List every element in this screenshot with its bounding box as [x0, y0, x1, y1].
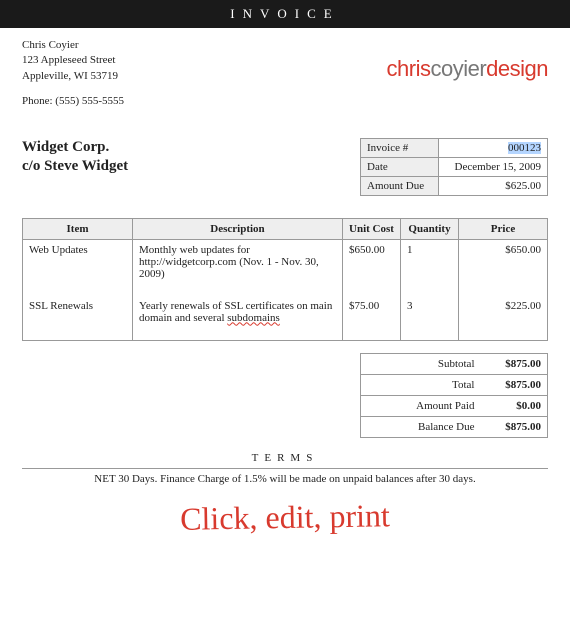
- item-name: SSL Renewals: [23, 296, 133, 341]
- balance-label: Balance Due: [361, 416, 481, 437]
- item-cost: $650.00: [343, 239, 401, 296]
- item-cost: $75.00: [343, 296, 401, 341]
- meta-date-value[interactable]: December 15, 2009: [439, 157, 548, 176]
- sender-name: Chris Coyier: [22, 38, 124, 53]
- paid-value[interactable]: $0.00: [481, 395, 548, 416]
- item-price: $650.00: [459, 239, 548, 296]
- table-row[interactable]: SSL Renewals Yearly renewals of SSL cert…: [23, 296, 548, 341]
- table-row[interactable]: Web Updates Monthly web updates for http…: [23, 239, 548, 296]
- content: Chris Coyier 123 Appleseed Street Applev…: [0, 28, 570, 536]
- item-desc: Monthly web updates for http://widgetcor…: [133, 239, 343, 296]
- col-price: Price: [459, 218, 548, 239]
- terms-text[interactable]: NET 30 Days. Finance Charge of 1.5% will…: [22, 473, 548, 485]
- sender-phone: Phone: (555) 555-5555: [22, 94, 124, 109]
- item-price: $225.00: [459, 296, 548, 341]
- meta-date-label: Date: [361, 157, 439, 176]
- client-line1: Widget Corp.: [22, 138, 128, 158]
- sender-city: Appleville, WI 53719: [22, 69, 124, 84]
- meta-table: Invoice # 000123 Date December 15, 2009 …: [360, 138, 548, 196]
- item-name: Web Updates: [23, 239, 133, 296]
- item-desc: Yearly renewals of SSL certificates on m…: [133, 296, 343, 341]
- header-title: INVOICE: [230, 6, 339, 21]
- total-value: $875.00: [481, 374, 548, 395]
- paid-label: Amount Paid: [361, 395, 481, 416]
- client-block[interactable]: Widget Corp. c/o Steve Widget: [22, 138, 128, 177]
- meta-due-label: Amount Due: [361, 176, 439, 195]
- terms-header: TERMS: [22, 452, 548, 469]
- sender-street: 123 Appleseed Street: [22, 53, 124, 68]
- col-item: Item: [23, 218, 133, 239]
- totals-block: Subtotal$875.00 Total$875.00 Amount Paid…: [22, 353, 548, 438]
- logo-part2: coyier: [430, 56, 486, 81]
- annotation-text: Click, edit, print: [22, 494, 549, 540]
- items-table: Item Description Unit Cost Quantity Pric…: [22, 218, 548, 341]
- header-bar: INVOICE: [0, 0, 570, 28]
- col-desc: Description: [133, 218, 343, 239]
- sender-block[interactable]: Chris Coyier 123 Appleseed Street Applev…: [22, 38, 124, 110]
- subtotal-label: Subtotal: [361, 353, 481, 374]
- logo-part3: design: [486, 56, 548, 81]
- item-qty: 3: [401, 296, 459, 341]
- total-label: Total: [361, 374, 481, 395]
- balance-value: $875.00: [481, 416, 548, 437]
- col-cost: Unit Cost: [343, 218, 401, 239]
- meta-due-value[interactable]: $625.00: [439, 176, 548, 195]
- subtotal-value: $875.00: [481, 353, 548, 374]
- client-meta-row: Widget Corp. c/o Steve Widget Invoice # …: [22, 138, 548, 196]
- logo-part1: chris: [387, 56, 431, 81]
- meta-invoice-value[interactable]: 000123: [439, 138, 548, 157]
- logo: chriscoyierdesign: [387, 56, 548, 110]
- top-row: Chris Coyier 123 Appleseed Street Applev…: [22, 38, 548, 110]
- client-line2: c/o Steve Widget: [22, 157, 128, 177]
- item-qty: 1: [401, 239, 459, 296]
- col-qty: Quantity: [401, 218, 459, 239]
- meta-invoice-label: Invoice #: [361, 138, 439, 157]
- totals-table: Subtotal$875.00 Total$875.00 Amount Paid…: [360, 353, 548, 438]
